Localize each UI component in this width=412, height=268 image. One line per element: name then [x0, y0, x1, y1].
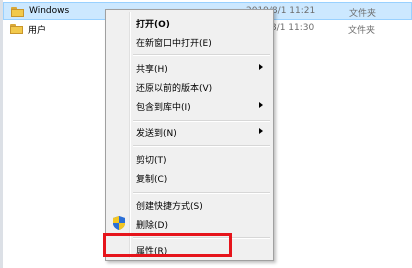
menu-item-label: 删除(D) [136, 221, 168, 231]
menu-item-label: 发送到(N) [136, 129, 177, 139]
menu-item-send-to[interactable]: 发送到(N) [108, 122, 271, 141]
menu-item-label: 打开(O) [136, 20, 170, 30]
submenu-arrow-icon [259, 64, 263, 70]
file-type: 文件夹 [349, 9, 377, 19]
menu-item-share[interactable]: 共享(H) [108, 58, 271, 77]
menu-item-open-new-window[interactable]: 在新窗口中打开(E) [108, 32, 271, 51]
menu-item-label: 创建快捷方式(S) [136, 202, 203, 212]
menu-item-delete[interactable]: 删除(D) [108, 214, 271, 233]
menu-item-label: 共享(H) [136, 65, 168, 75]
submenu-arrow-icon [259, 128, 263, 134]
uac-shield-icon [113, 216, 125, 230]
menu-item-label: 包含到库中(I) [136, 103, 191, 113]
menu-item-label: 在新窗口中打开(E) [136, 39, 212, 49]
menu-item-restore-previous-versions[interactable]: 还原以前的版本(V) [108, 77, 271, 96]
file-name: 用户 [28, 26, 47, 36]
file-name: Windows [29, 6, 70, 16]
folder-icon [11, 7, 24, 17]
menu-item-label: 剪切(T) [136, 156, 167, 166]
file-type: 文件夹 [348, 26, 376, 36]
menu-item-copy[interactable]: 复制(C) [108, 168, 271, 187]
context-menu: 打开(O) 在新窗口中打开(E) 共享(H) 还原以前的版本(V) 包含到库中(… [105, 9, 274, 261]
menu-separator [133, 145, 270, 147]
menu-separator [133, 54, 270, 56]
highlight-box [103, 233, 232, 257]
menu-item-include-in-library[interactable]: 包含到库中(I) [108, 96, 271, 115]
menu-item-label: 还原以前的版本(V) [136, 84, 213, 94]
menu-item-create-shortcut[interactable]: 创建快捷方式(S) [108, 195, 271, 214]
menu-separator [133, 192, 270, 194]
menu-item-label: 复制(C) [136, 175, 168, 185]
menu-item-open[interactable]: 打开(O) [108, 13, 271, 32]
folder-icon [10, 24, 23, 34]
menu-item-cut[interactable]: 剪切(T) [108, 149, 271, 168]
submenu-arrow-icon [259, 102, 263, 108]
